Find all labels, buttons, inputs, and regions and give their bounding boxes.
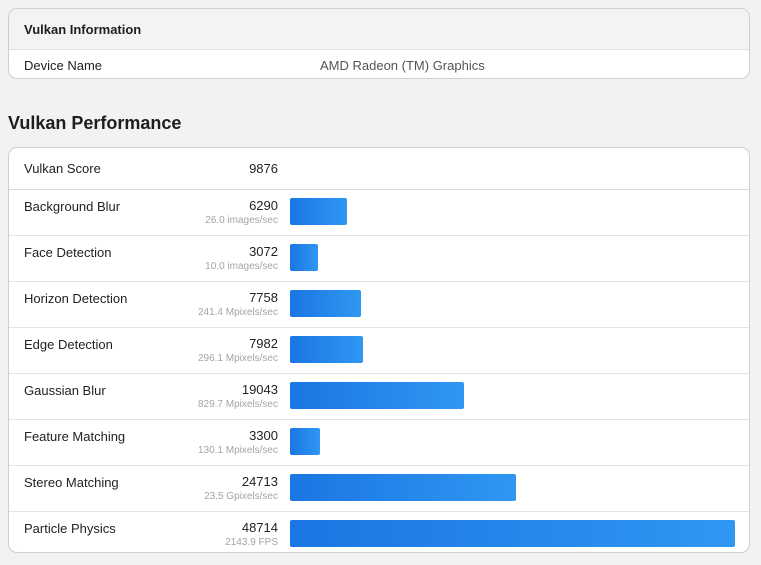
score-bar	[290, 290, 361, 317]
test-rate: 829.7 Mpixels/sec	[197, 399, 278, 410]
device-name-label: Device Name	[24, 57, 103, 73]
test-score: 24713	[241, 474, 278, 489]
test-rate: 26.0 images/sec	[205, 215, 278, 226]
test-row: Face Detection 3072 10.0 images/sec	[9, 236, 749, 282]
test-score: 7758	[249, 290, 278, 305]
vulkan-performance-card: Vulkan Score 9876 Background Blur 6290 26.…	[8, 147, 750, 553]
test-score: 3072	[249, 244, 278, 259]
test-score: 19043	[241, 382, 278, 397]
score-bar	[290, 474, 516, 501]
test-row: Background Blur 6290 26.0 images/sec	[9, 190, 749, 236]
test-rate: 10.0 images/sec	[205, 261, 278, 272]
section-title: Vulkan Performance	[8, 113, 182, 133]
test-name: Stereo Matching	[24, 475, 119, 490]
vulkan-information-card: Vulkan Information Device Name AMD Radeo…	[8, 8, 750, 79]
score-bar	[290, 520, 735, 547]
score-bar	[290, 428, 320, 455]
vulkan-score-row: Vulkan Score 9876	[9, 148, 749, 190]
test-rate: 23.5 Gpixels/sec	[204, 491, 278, 502]
test-row: Edge Detection 7982 296.1 Mpixels/sec	[9, 328, 749, 374]
device-name-value: AMD Radeon (TM) Graphics	[320, 57, 485, 73]
test-row: Feature Matching 3300 130.1 Mpixels/sec	[9, 420, 749, 466]
test-rate: 241.4 Mpixels/sec	[197, 307, 278, 318]
info-card-header: Vulkan Information	[9, 9, 749, 50]
test-score: 7982	[249, 336, 278, 351]
test-name: Edge Detection	[24, 337, 113, 352]
test-score: 3300	[249, 428, 278, 443]
test-rate: 130.1 Mpixels/sec	[197, 445, 278, 456]
score-bar	[290, 382, 464, 409]
vulkan-score-label: Vulkan Score	[24, 161, 101, 176]
test-name: Feature Matching	[24, 429, 126, 444]
test-score: 6290	[249, 198, 278, 213]
score-bar	[290, 244, 318, 271]
score-bar	[290, 336, 363, 363]
test-score: 48714	[241, 520, 278, 535]
test-results-list: Background Blur 6290 26.0 images/sec Face D…	[9, 190, 749, 552]
test-row: Stereo Matching 24713 23.5 Gpixels/sec	[9, 466, 749, 512]
score-bar	[290, 198, 347, 225]
test-name: Particle Physics	[24, 521, 116, 536]
test-name: Background Blur	[24, 199, 121, 214]
test-name: Horizon Detection	[24, 291, 128, 306]
test-row: Gaussian Blur 19043 829.7 Mpixels/sec	[9, 374, 749, 420]
test-row: Particle Physics 48714 2143.9 FPS	[9, 512, 749, 552]
test-row: Horizon Detection 7758 241.4 Mpixels/sec	[9, 282, 749, 328]
vulkan-score-value: 9876	[249, 161, 278, 176]
device-name-row: Device Name AMD Radeon (TM) Graphics	[9, 50, 749, 78]
test-rate: 2143.9 FPS	[225, 537, 278, 548]
info-card-title: Vulkan Information	[24, 21, 142, 37]
test-name: Gaussian Blur	[24, 383, 106, 398]
test-rate: 296.1 Mpixels/sec	[197, 353, 278, 364]
test-name: Face Detection	[24, 245, 112, 260]
